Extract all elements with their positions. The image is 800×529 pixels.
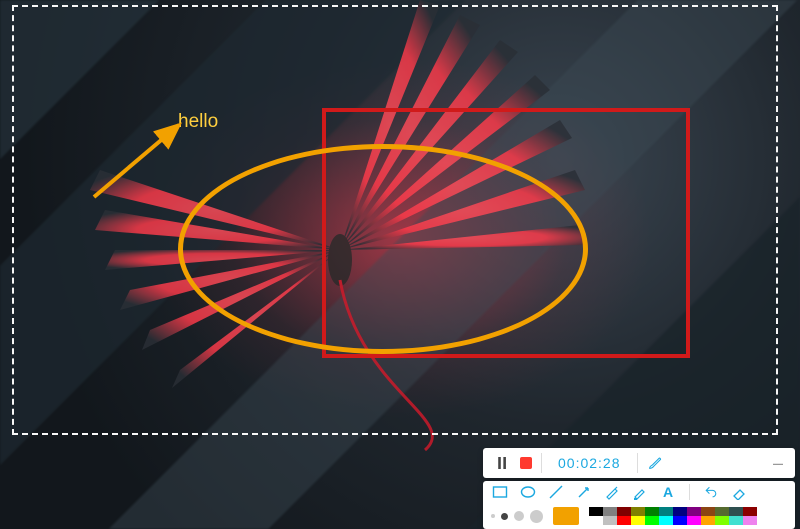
recording-timer: 00:02:28 [542, 455, 637, 471]
recorder-toolbar: 00:02:28 – [483, 448, 795, 478]
minimize-button[interactable]: – [765, 448, 791, 478]
color-swatch[interactable] [743, 507, 757, 516]
tool-arrow[interactable] [575, 483, 593, 501]
color-swatch[interactable] [701, 507, 715, 516]
picker-row [483, 503, 795, 529]
stop-button[interactable] [515, 448, 537, 478]
brush-size-dot[interactable] [501, 513, 508, 520]
color-swatch[interactable] [715, 507, 729, 516]
tool-pen[interactable] [603, 483, 621, 501]
color-swatch[interactable] [645, 507, 659, 516]
annotation-text[interactable]: hello [178, 111, 218, 133]
color-swatch[interactable] [589, 507, 603, 516]
color-swatch[interactable] [687, 516, 701, 525]
color-swatch[interactable] [589, 516, 603, 525]
separator [689, 484, 690, 500]
color-swatch[interactable] [645, 516, 659, 525]
tool-ellipse[interactable] [519, 483, 537, 501]
tool-eraser[interactable] [730, 483, 748, 501]
color-swatch[interactable] [603, 507, 617, 516]
color-swatch[interactable] [701, 516, 715, 525]
brush-size-dot[interactable] [491, 514, 495, 518]
brush-size-dot[interactable] [530, 510, 543, 523]
draw-toggle-button[interactable] [638, 448, 672, 478]
color-swatch[interactable] [743, 516, 757, 525]
color-swatch[interactable] [631, 507, 645, 516]
tool-undo[interactable] [702, 483, 720, 501]
current-color-swatch[interactable] [553, 507, 579, 525]
tool-text[interactable]: A [659, 483, 677, 501]
color-swatch[interactable] [617, 507, 631, 516]
tool-marker[interactable] [631, 483, 649, 501]
pause-button[interactable] [489, 448, 515, 478]
stop-icon [520, 457, 532, 469]
color-swatch[interactable] [631, 516, 645, 525]
annotation-toolbar: A [483, 481, 795, 529]
color-swatch[interactable] [729, 507, 743, 516]
color-swatch[interactable] [673, 507, 687, 516]
brush-icon [647, 455, 663, 471]
tool-row: A [483, 481, 795, 503]
color-swatch[interactable] [687, 507, 701, 516]
color-swatch[interactable] [659, 507, 673, 516]
color-swatch[interactable] [729, 516, 743, 525]
annotation-ellipse[interactable] [178, 144, 588, 354]
brush-size-picker [491, 510, 543, 523]
color-swatch[interactable] [715, 516, 729, 525]
color-palette [589, 507, 757, 525]
tool-line[interactable] [547, 483, 565, 501]
brush-size-dot[interactable] [514, 511, 524, 521]
tool-rectangle[interactable] [491, 483, 509, 501]
color-swatch[interactable] [659, 516, 673, 525]
color-swatch[interactable] [617, 516, 631, 525]
pause-icon [498, 457, 507, 469]
color-swatch[interactable] [603, 516, 617, 525]
color-swatch[interactable] [673, 516, 687, 525]
